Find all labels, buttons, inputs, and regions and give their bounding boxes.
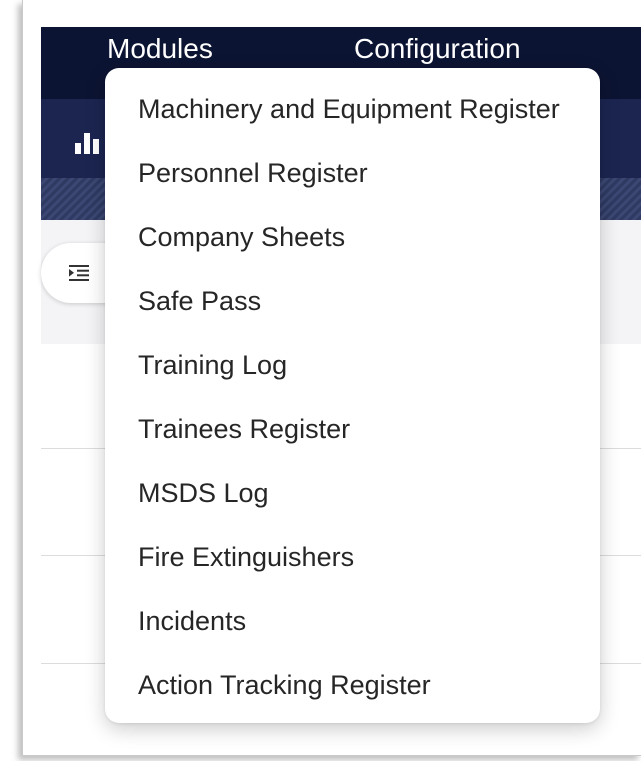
- menu-item-training-log[interactable]: Training Log: [138, 352, 287, 379]
- menu-item-personnel-register[interactable]: Personnel Register: [138, 160, 368, 187]
- nav-configuration[interactable]: Configuration: [354, 35, 521, 63]
- modules-dropdown-menu: Machinery and Equipment Register Personn…: [105, 68, 600, 723]
- indent-icon: [69, 265, 89, 281]
- menu-item-safe-pass[interactable]: Safe Pass: [138, 288, 261, 315]
- menu-item-trainees-register[interactable]: Trainees Register: [138, 416, 350, 443]
- bar-chart-icon[interactable]: [75, 129, 105, 157]
- menu-item-machinery-register[interactable]: Machinery and Equipment Register: [138, 96, 560, 123]
- menu-item-incidents[interactable]: Incidents: [138, 608, 246, 635]
- menu-item-msds-log[interactable]: MSDS Log: [138, 480, 269, 507]
- nav-modules[interactable]: Modules: [107, 35, 213, 63]
- menu-item-fire-extinguishers[interactable]: Fire Extinguishers: [138, 544, 354, 571]
- menu-item-action-tracking[interactable]: Action Tracking Register: [138, 672, 431, 699]
- menu-item-company-sheets[interactable]: Company Sheets: [138, 224, 345, 251]
